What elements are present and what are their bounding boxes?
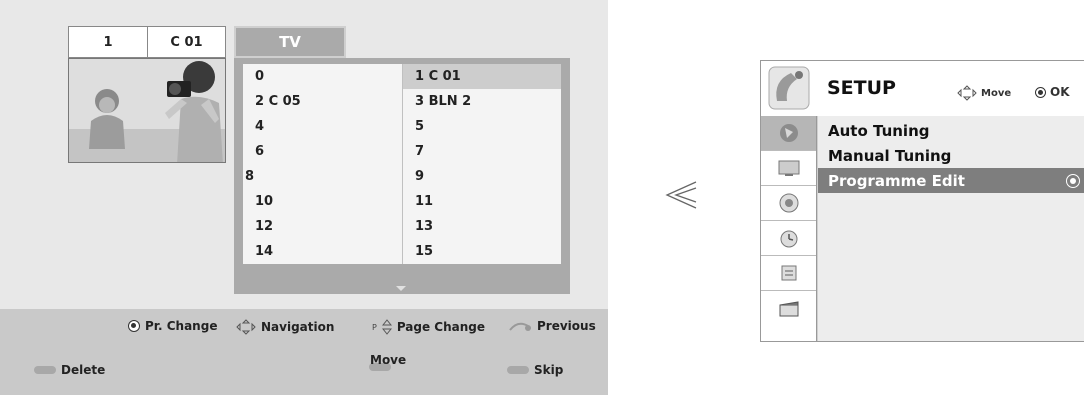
tv-preview-image [68,58,226,163]
navigation-arrows-icon [236,319,256,335]
media-icon [779,300,798,316]
programme-row: 8 9 [243,164,561,189]
satellite-dish-icon [768,66,810,110]
current-programme-name: C 01 [147,26,226,58]
media-tab[interactable] [761,291,816,326]
previous-hint: Previous [508,319,596,333]
programme-edit-panel: 1 C 01 TV 0 1 C 01 2 C 05 3 BLN 2 4 5 6 … [0,0,608,395]
page-key-label: P [372,322,377,332]
menu-item-label: Programme Edit [828,171,965,190]
programme-cell[interactable]: 2 C 05 [243,89,402,114]
programme-cell[interactable]: 5 [402,114,561,139]
navigation-label: Navigation [261,320,335,334]
ok-button-icon [128,320,140,332]
programme-cell[interactable]: 4 [243,114,402,139]
page-change-label: Page Change [396,320,486,334]
pr-change-label: Pr. Change [145,319,218,333]
delete-label: Delete [61,363,106,377]
move-hint-label: Move [981,87,1012,99]
move-hint[interactable]: Move [369,353,406,371]
programme-row: 6 7 [243,139,561,164]
programme-row: 10 11 [243,189,561,214]
programme-row: 2 C 05 3 BLN 2 [243,89,561,114]
selected-radio-icon [1066,174,1080,188]
audio-tab[interactable] [761,186,816,221]
programme-cell[interactable]: 9 [402,164,561,189]
pr-change-hint: Pr. Change [128,319,217,333]
move-label: Move [370,353,407,367]
page-change-hint: P Page Change [372,319,485,335]
red-button-icon [34,366,56,374]
move-hint: Move [957,85,1011,101]
programme-cell[interactable]: 13 [402,214,561,239]
ok-hint: OK [1035,85,1070,99]
ok-button-icon [1035,86,1046,98]
children-photo [69,59,225,162]
programme-cell[interactable]: 3 BLN 2 [402,89,561,114]
setup-sidebar [761,116,817,341]
time-icon [780,230,797,248]
navigation-arrows-icon [957,85,977,101]
skip-label: Skip [534,363,564,377]
back-arrow-icon [509,322,531,331]
programme-row: 4 5 [243,114,561,139]
page-up-down-icon [381,319,392,335]
chevron-left-icon [665,181,697,209]
setup-menu: SETUP Move OK Auto Tuning Manual Tuning … [760,60,1084,342]
programme-cell[interactable]: 6 [243,139,402,164]
setup-menu-list: Auto Tuning Manual Tuning Programme Edit [818,116,1084,341]
skip-hint[interactable]: Skip [507,363,563,377]
setup-header: SETUP Move OK [817,61,1084,116]
audio-icon [779,193,798,213]
scroll-down-icon[interactable] [396,286,406,291]
programme-cell[interactable]: 11 [402,189,561,214]
setup-logo [761,61,817,116]
programme-cell[interactable]: 0 [243,64,402,89]
programme-row: 12 13 [243,214,561,239]
menu-item-manual-tuning[interactable]: Manual Tuning [818,143,1084,168]
ok-hint-label: OK [1050,85,1070,99]
programme-row: 0 1 C 01 [243,64,561,89]
option-tab[interactable] [761,256,816,291]
programme-cell-selected[interactable]: 1 C 01 [402,64,561,89]
yellow-button-icon [507,366,529,374]
time-tab[interactable] [761,221,816,256]
programme-cell[interactable]: 15 [402,239,561,264]
setup-title: SETUP [827,77,896,99]
programme-edit-footer: Pr. Change Navigation P Page Change Prev… [0,309,608,395]
setup-tab[interactable] [761,116,816,151]
programme-row: 14 15 [243,239,561,264]
programme-cell[interactable]: 8 [243,164,402,189]
tab-tv[interactable]: TV [234,26,346,58]
programme-cell[interactable]: 12 [243,214,402,239]
menu-item-programme-edit[interactable]: Programme Edit [818,168,1084,193]
programme-grid: 0 1 C 01 2 C 05 3 BLN 2 4 5 6 7 8 9 10 1… [234,58,570,294]
programme-cell[interactable]: 10 [243,189,402,214]
option-icon [781,265,796,281]
delete-hint[interactable]: Delete [34,363,105,377]
previous-label: Previous [537,319,596,333]
menu-item-auto-tuning[interactable]: Auto Tuning [818,118,1084,143]
picture-icon [778,160,799,176]
programme-cell[interactable]: 14 [243,239,402,264]
programme-cell[interactable]: 7 [402,139,561,164]
picture-tab[interactable] [761,151,816,186]
navigation-hint: Navigation [236,319,334,335]
current-programme-number: 1 [68,26,148,58]
setup-icon [779,124,798,142]
